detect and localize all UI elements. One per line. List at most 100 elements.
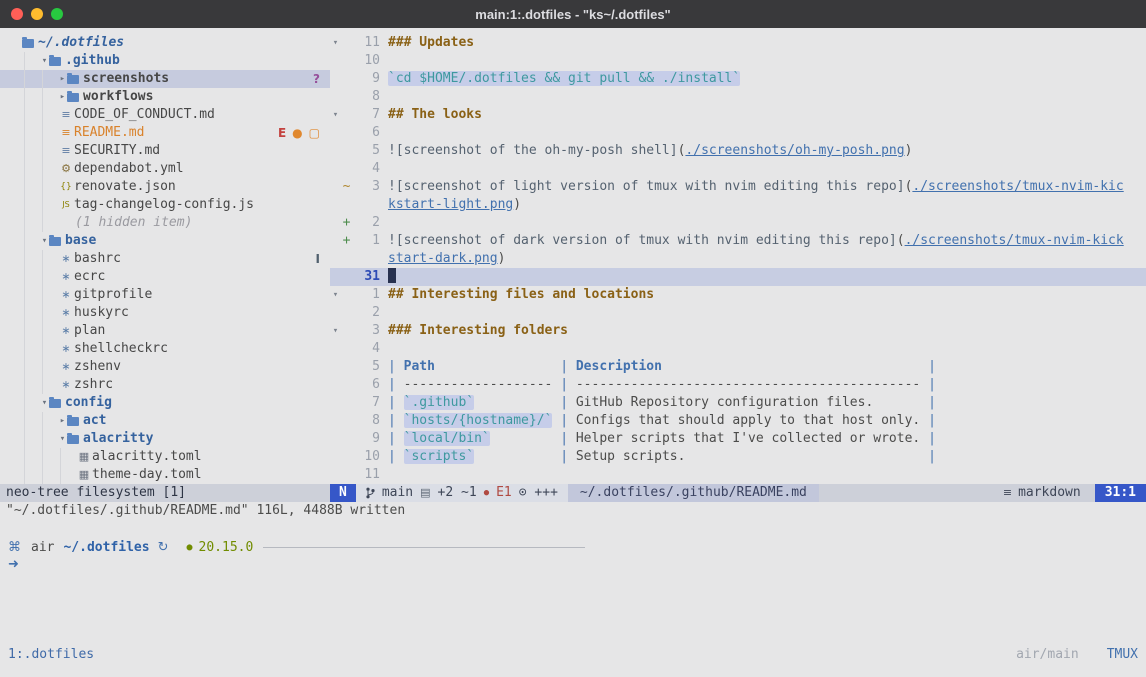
zoom-button[interactable] — [51, 8, 63, 20]
neotree-panel[interactable]: ~/.dotfiles▾.github▸screenshots?▸workflo… — [0, 28, 330, 484]
tree-item-theme-day.toml[interactable]: ▦theme-day.toml — [0, 466, 330, 484]
fold-column — [330, 160, 341, 178]
tree-item-workflows[interactable]: ▸workflows — [0, 88, 330, 106]
fold-marker-icon[interactable]: ▾ — [330, 322, 341, 340]
editor-line[interactable]: ▾11### Updates — [330, 34, 1146, 52]
shell-prompt[interactable]: ⌘ air ~/.dotfiles ↻ ● 20.15.0 — [8, 538, 1146, 556]
tree-item-base[interactable]: ▾ base — [0, 232, 330, 250]
editor-line[interactable]: 4 — [330, 340, 1146, 358]
tree-item-label: theme-day.toml — [92, 466, 202, 484]
minimize-button[interactable] — [31, 8, 43, 20]
chevron-down-icon[interactable]: ▾ — [40, 394, 49, 412]
tree-item-label: base — [65, 232, 96, 250]
editor-line[interactable]: 6 — [330, 124, 1146, 142]
line-number: 31 — [352, 268, 380, 286]
close-button[interactable] — [11, 8, 23, 20]
tree-item-gitprofile[interactable]: ∗gitprofile — [0, 286, 330, 304]
tree-item-security.md[interactable]: ≡SECURITY.md — [0, 142, 330, 160]
tree-item-config[interactable]: ▾config — [0, 394, 330, 412]
editor-line[interactable]: 2 — [330, 304, 1146, 322]
tree-item-zshenv[interactable]: ∗zshenv — [0, 358, 330, 376]
tree-item-code_of_conduct.md[interactable]: ≡CODE_OF_CONDUCT.md — [0, 106, 330, 124]
tree-item-label: alacritty.toml — [92, 448, 202, 466]
editor-cursor-line[interactable]: 31 — [330, 268, 1146, 286]
fold-marker-icon[interactable]: ▾ — [330, 286, 341, 304]
editor-line[interactable]: +1![screenshot of dark version of tmux w… — [330, 232, 1146, 250]
tree-item-bashrc[interactable]: ∗bashrcI — [0, 250, 330, 268]
tmux-window-item[interactable]: 1:.dotfiles — [8, 646, 94, 664]
line-text: ![screenshot of light version of tmux wi… — [388, 178, 1124, 196]
editor-line[interactable]: 10 — [330, 52, 1146, 70]
sign-column — [341, 88, 352, 106]
editor-line[interactable]: 8| `hosts/{hostname}/` | Configs that sh… — [330, 412, 1146, 430]
tree-item-ecrc[interactable]: ∗ecrc — [0, 268, 330, 286]
fold-column — [330, 358, 341, 376]
tree-item-.github[interactable]: ▾.github — [0, 52, 330, 70]
line-number: 2 — [352, 214, 380, 232]
shell-input-line[interactable]: ➜ — [8, 556, 1146, 574]
editor-line[interactable]: ▾1## Interesting files and locations — [330, 286, 1146, 304]
tree-item-plan[interactable]: ∗plan — [0, 322, 330, 340]
tree-item--1-hidden-item-[interactable]: (1 hidden item) — [0, 214, 330, 232]
chevron-right-icon[interactable]: ▸ — [58, 412, 67, 430]
fold-marker-icon[interactable]: ▾ — [330, 106, 341, 124]
editor-line[interactable]: 7| `.github` | GitHub Repository configu… — [330, 394, 1146, 412]
tree-item-shellcheckrc[interactable]: ∗shellcheckrc — [0, 340, 330, 358]
editor-line[interactable]: 10| `scripts` | Setup scripts. | — [330, 448, 1146, 466]
tree-item-label: dependabot.yml — [74, 160, 184, 178]
tree-item-alacritty.toml[interactable]: ▦alacritty.toml — [0, 448, 330, 466]
sign-column — [341, 376, 352, 394]
fold-column — [330, 52, 341, 70]
line-number: 2 — [352, 304, 380, 322]
indent-guide — [8, 214, 58, 232]
editor-line[interactable]: 6| ------------------- | ---------------… — [330, 376, 1146, 394]
tree-item-tag-changelog-config.js[interactable]: JStag-changelog-config.js — [0, 196, 330, 214]
line-text: ## Interesting files and locations — [388, 286, 654, 304]
line-text: | Path | Description | — [388, 358, 936, 376]
chevron-down-icon[interactable]: ▾ — [58, 430, 67, 448]
fold-column — [330, 88, 341, 106]
chevron-down-icon[interactable]: ▾ — [40, 232, 49, 250]
editor-line[interactable]: 4 — [330, 160, 1146, 178]
chevron-down-icon[interactable]: ▾ — [40, 52, 49, 70]
tree-item-dependabot.yml[interactable]: ⚙dependabot.yml — [0, 160, 330, 178]
editor-line[interactable]: +2 — [330, 214, 1146, 232]
chevron-right-icon[interactable]: ▸ — [58, 70, 67, 88]
tree-item-~-.dotfiles[interactable]: ~/.dotfiles — [0, 34, 330, 52]
editor-line[interactable]: 8 — [330, 88, 1146, 106]
editor-line[interactable]: ▾3### Interesting folders — [330, 322, 1146, 340]
token-text: ------------------- — [404, 377, 561, 392]
tree-item-screenshots[interactable]: ▸screenshots? — [0, 70, 330, 88]
tree-item-readme.md[interactable]: ≡README.mdE●▢ — [0, 124, 330, 142]
tree-item-huskyrc[interactable]: ∗huskyrc — [0, 304, 330, 322]
tree-item-renovate.json[interactable]: {}renovate.json — [0, 178, 330, 196]
prompt-cwd: ~/.dotfiles — [63, 540, 149, 555]
buffer-icon: ▤ — [420, 484, 430, 502]
editor-line[interactable]: 5![screenshot of the oh-my-posh shell](.… — [330, 142, 1146, 160]
tree-item-act[interactable]: ▸act — [0, 412, 330, 430]
editor-line[interactable]: ~3![screenshot of light version of tmux … — [330, 178, 1146, 196]
tree-item-zshrc[interactable]: ∗zshrc — [0, 376, 330, 394]
star-file-icon: ∗ — [58, 286, 74, 304]
editor-buffer[interactable]: ▾11### Updates109`cd $HOME/.dotfiles && … — [330, 28, 1146, 484]
fold-marker-icon[interactable]: ▾ — [330, 34, 341, 52]
editor-line[interactable]: kstart-light.png) — [330, 196, 1146, 214]
tree-item-alacritty[interactable]: ▾alacritty — [0, 430, 330, 448]
editor-line[interactable]: 5| Path | Description | — [330, 358, 1146, 376]
token-pipe: | — [560, 377, 576, 392]
chevron-right-icon[interactable]: ▸ — [58, 88, 67, 106]
editor-line[interactable]: 11 — [330, 466, 1146, 484]
git-refresh-icon: ↻ — [158, 540, 169, 555]
token-code: `.github` — [404, 395, 474, 410]
line-number: 7 — [352, 394, 380, 412]
tree-item-label: (1 hidden item) — [75, 214, 192, 232]
star-file-icon: ∗ — [58, 358, 74, 376]
tmux-pane-shell[interactable]: ⌘ air ~/.dotfiles ↻ ● 20.15.0 ➜ — [0, 538, 1146, 574]
indent-guide — [8, 268, 58, 286]
tree-item-label: zshrc — [74, 376, 113, 394]
filetype-indicator: ≡ markdown — [1003, 484, 1081, 502]
editor-line[interactable]: ▾7## The looks — [330, 106, 1146, 124]
editor-line[interactable]: 9`cd $HOME/.dotfiles && git pull && ./in… — [330, 70, 1146, 88]
editor-line[interactable]: start-dark.png) — [330, 250, 1146, 268]
editor-line[interactable]: 9| `local/bin` | Helper scripts that I'v… — [330, 430, 1146, 448]
